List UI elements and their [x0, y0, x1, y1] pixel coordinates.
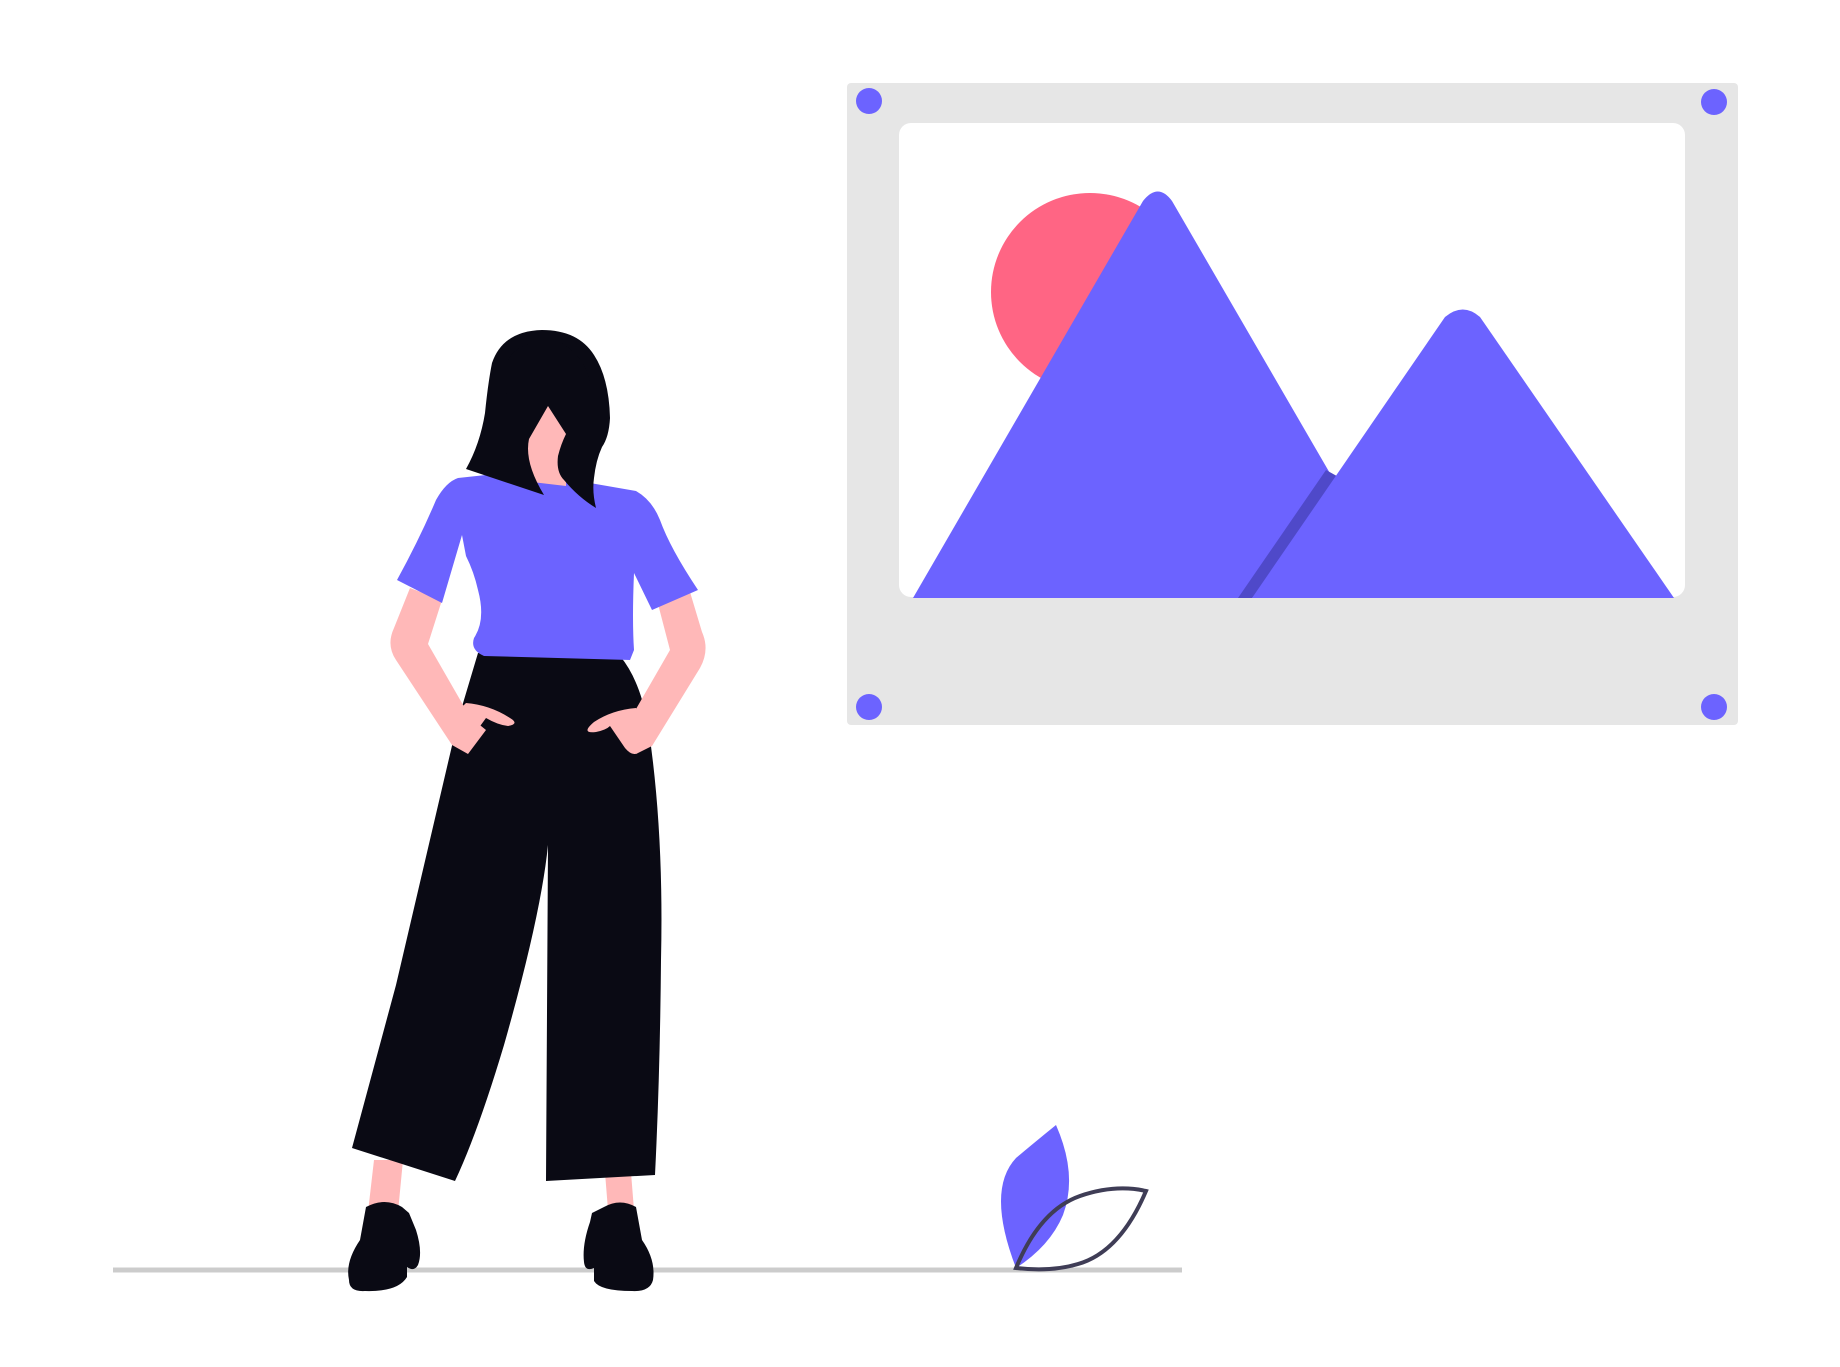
illustration-scene — [113, 83, 1738, 1292]
screw-icon — [1701, 694, 1727, 720]
picture-frame — [847, 83, 1738, 725]
left-shoe — [348, 1202, 421, 1292]
screw-icon — [856, 88, 882, 114]
shirt — [397, 470, 698, 660]
plant-icon — [1001, 1125, 1149, 1272]
right-shoe — [583, 1202, 654, 1292]
woman-standing-icon — [348, 330, 706, 1292]
plant-leaf-filled — [1001, 1125, 1070, 1268]
screw-icon — [1701, 89, 1727, 115]
screw-icon — [856, 694, 882, 720]
